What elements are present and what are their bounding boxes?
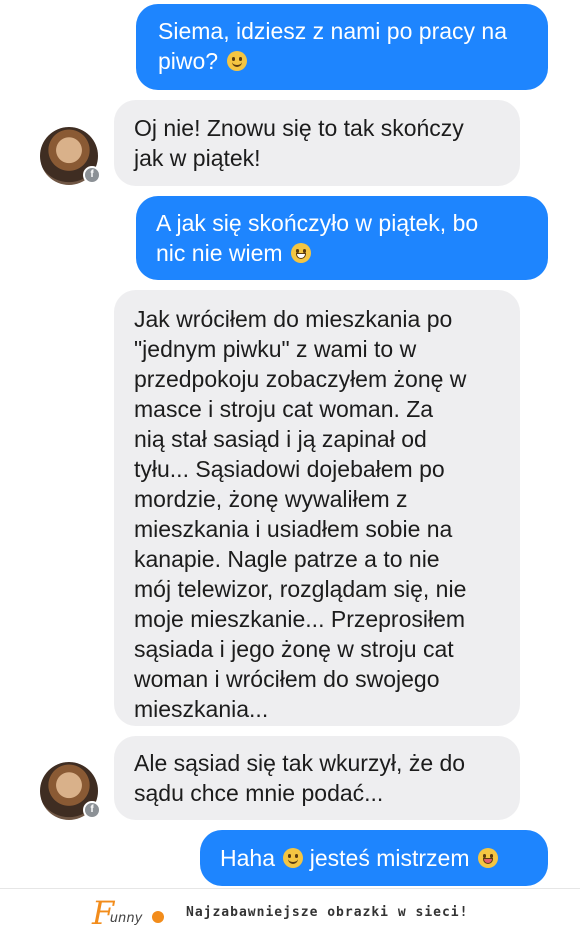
messenger-badge-icon: f	[83, 166, 101, 184]
message-text: Ale sąsiad się tak wkurzył, że do sądu c…	[134, 750, 466, 806]
message-outgoing[interactable]: A jak się skończyło w piątek, bo nic nie…	[136, 196, 548, 280]
grin-emoji-icon	[290, 243, 311, 263]
chat-thread: Siema, idziesz z nami po pracy na piwo? …	[0, 0, 580, 888]
message-incoming[interactable]: Ale sąsiad się tak wkurzył, że do sądu c…	[114, 736, 520, 820]
tongue-emoji-icon	[477, 848, 498, 868]
message-text: Jak wróciłem do mieszkania po "jednym pi…	[134, 306, 467, 722]
site-logo[interactable]: F unny	[92, 897, 172, 931]
message-outgoing[interactable]: Siema, idziesz z nami po pracy na piwo?	[136, 4, 548, 90]
contact-avatar[interactable]: f	[40, 762, 101, 820]
message-incoming[interactable]: Oj nie! Znowu się to tak skończy jak w p…	[114, 100, 520, 186]
smile-emoji-icon	[226, 51, 247, 71]
footer-slogan: Najzabawniejsze obrazki w sieci!	[186, 905, 469, 920]
message-text: A jak się skończyło w piątek, bo nic nie…	[156, 210, 479, 266]
message-text: Siema, idziesz z nami po pracy na piwo?	[158, 18, 507, 74]
logo-dot-icon	[152, 911, 164, 923]
contact-avatar[interactable]: f	[40, 127, 101, 185]
messenger-badge-icon: f	[83, 801, 101, 819]
watermark-footer: F unny Najzabawniejsze obrazki w sieci!	[0, 888, 580, 939]
message-text-continued: jesteś mistrzem	[309, 845, 470, 871]
logo-text: unny	[110, 909, 143, 925]
message-outgoing[interactable]: Haha jesteś mistrzem	[200, 830, 548, 886]
message-incoming[interactable]: Jak wróciłem do mieszkania po "jednym pi…	[114, 290, 520, 726]
message-text: Haha	[220, 845, 275, 871]
message-text: Oj nie! Znowu się to tak skończy jak w p…	[134, 115, 464, 171]
smile-emoji-icon	[283, 848, 304, 868]
